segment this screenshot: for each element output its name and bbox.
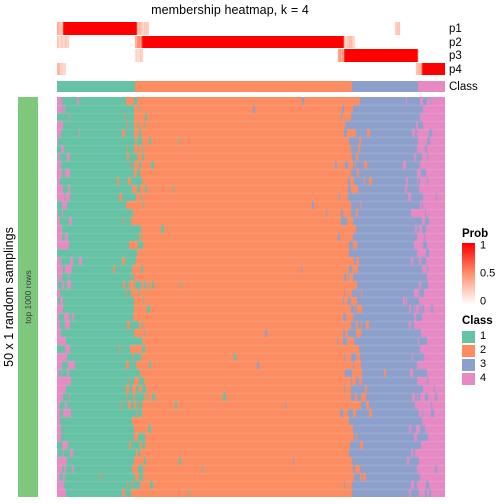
legend-panel: Prob 1 0.5 0 Class 1 2 3 4: [462, 228, 504, 386]
prob-tick-mark-1: [475, 245, 479, 246]
prob-legend-title: Prob: [462, 228, 489, 240]
annotation-label-p2: p2: [449, 36, 462, 49]
class-legend-item-1: 1: [462, 330, 504, 343]
annotation-row-labels: p1 p2 p3 p4 Class: [449, 22, 504, 94]
page-title: membership heatmap, k = 4: [151, 3, 309, 17]
row-axis-title-text: 50 x 1 random samplings: [2, 227, 16, 367]
annotation-label-p1: p1: [449, 23, 462, 35]
annotation-label-p3: p3: [449, 50, 462, 62]
prob-row-p2: [57, 35, 445, 48]
row-group-label: top 1000 rows: [23, 270, 33, 324]
class-swatch-4: [462, 372, 475, 385]
probability-annotation-rows: [57, 22, 445, 76]
annotation-label-class: Class: [449, 81, 478, 93]
heatmap-body: [57, 97, 445, 497]
class-legend-label-1: 1: [480, 330, 487, 342]
class-swatch-3: [462, 358, 475, 371]
class-legend-label-4: 4: [480, 372, 487, 384]
prob-colorbar: 1 0.5 0: [462, 239, 504, 308]
prob-tick-mark-0.5: [475, 274, 479, 275]
class-swatch-1: [462, 330, 475, 343]
class-legend-item-3: 3: [462, 358, 504, 371]
class-annotation-bar: [57, 81, 445, 92]
class-legend-item-4: 4: [462, 372, 504, 385]
row-group-annotation: top 1000 rows: [18, 97, 38, 497]
prob-tick-label-1: 1: [480, 239, 487, 252]
heatmap-figure: membership heatmap, k = 4 p1 p2 p3 p4 Cl…: [0, 0, 504, 504]
class-legend-label-2: 2: [480, 344, 487, 356]
prob-row-p3: [57, 49, 445, 62]
annotation-label-p4: p4: [449, 63, 462, 76]
prob-tick-label-0: 0: [480, 295, 487, 308]
class-legend-title: Class: [462, 315, 493, 327]
class-legend-item-2: 2: [462, 344, 504, 357]
class-swatch-2: [462, 344, 475, 357]
class-legend-label-3: 3: [480, 358, 487, 370]
prob-tick-label-0.5: 0.5: [480, 267, 496, 280]
prob-tick-mark-0: [475, 303, 479, 304]
prob-colorbar-gradient: [462, 243, 475, 305]
prob-row-p4: [57, 62, 445, 75]
row-axis-title: 50 x 1 random samplings: [0, 97, 18, 497]
prob-row-p1: [57, 22, 445, 35]
class-legend-items: 1 2 3 4: [462, 330, 504, 385]
